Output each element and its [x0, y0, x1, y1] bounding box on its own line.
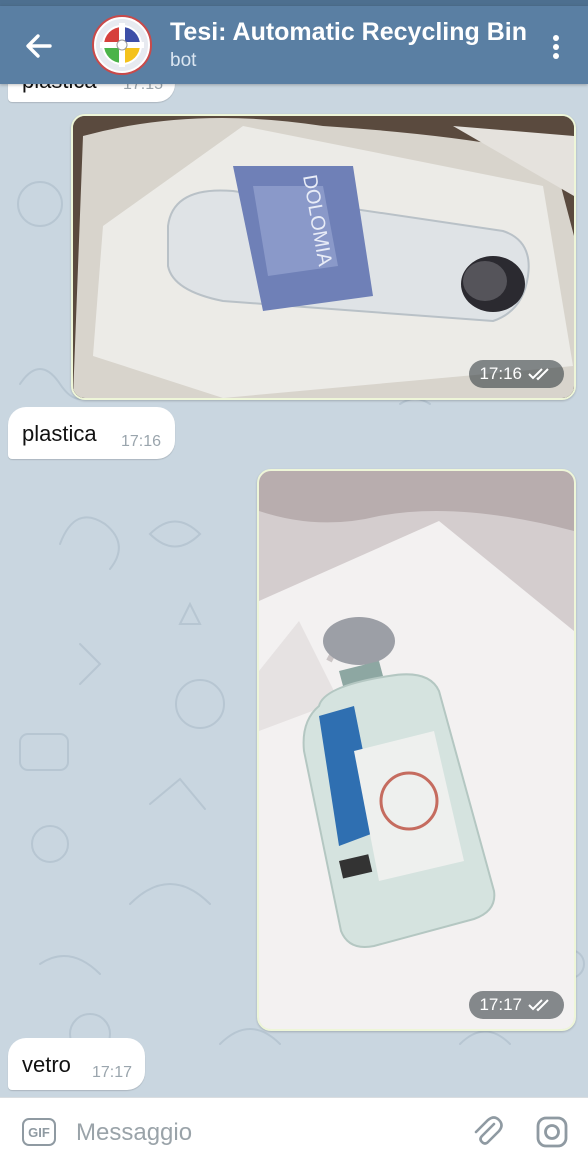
message-composer: GIF [0, 1097, 588, 1162]
attach-button[interactable] [470, 1114, 504, 1148]
menu-button[interactable] [546, 30, 566, 64]
photo-image: DOLOMIA [73, 116, 574, 398]
paperclip-icon [474, 1116, 503, 1145]
message-input[interactable] [74, 1116, 438, 1150]
message-bubble-incoming[interactable]: plastica 17:15 [8, 84, 175, 102]
chat-header: Tesi: Automatic Recycling Bin bot [0, 6, 588, 84]
camera-button[interactable] [534, 1114, 570, 1150]
message-time: 17:16 [479, 364, 522, 383]
photo-message-outgoing[interactable]: DOLOMIA 17:16 [71, 114, 576, 400]
message-bubble-incoming[interactable]: plastica 17:16 [8, 407, 175, 459]
message-time: 17:16 [121, 433, 162, 450]
avatar[interactable] [92, 15, 152, 75]
double-check-icon [528, 368, 549, 381]
arrow-left-icon [26, 34, 52, 58]
gif-button[interactable]: GIF [22, 1118, 56, 1146]
double-check-icon [528, 999, 549, 1012]
message-status: 17:16 [469, 360, 564, 388]
message-time: 17:17 [479, 995, 522, 1014]
photo-image [259, 471, 574, 1029]
message-list[interactable]: plastica 17:15 DOLOMIA 17:16 plastica 17… [0, 84, 588, 1097]
chat-subtitle: bot [170, 50, 197, 71]
message-time: 17:15 [123, 84, 164, 93]
message-time: 17:17 [92, 1064, 133, 1081]
message-text: vetro [22, 1052, 71, 1077]
message-text: plastica [22, 421, 97, 446]
photo-message-outgoing[interactable]: 17:17 [257, 469, 576, 1031]
message-text: plastica [22, 84, 97, 94]
message-status: 17:17 [469, 991, 564, 1019]
back-button[interactable] [22, 29, 56, 63]
message-bubble-incoming[interactable]: vetro 17:17 [8, 1038, 145, 1090]
chat-title[interactable]: Tesi: Automatic Recycling Bin [170, 18, 527, 47]
instagram-camera-icon [536, 1116, 568, 1148]
more-vertical-icon [553, 35, 559, 59]
